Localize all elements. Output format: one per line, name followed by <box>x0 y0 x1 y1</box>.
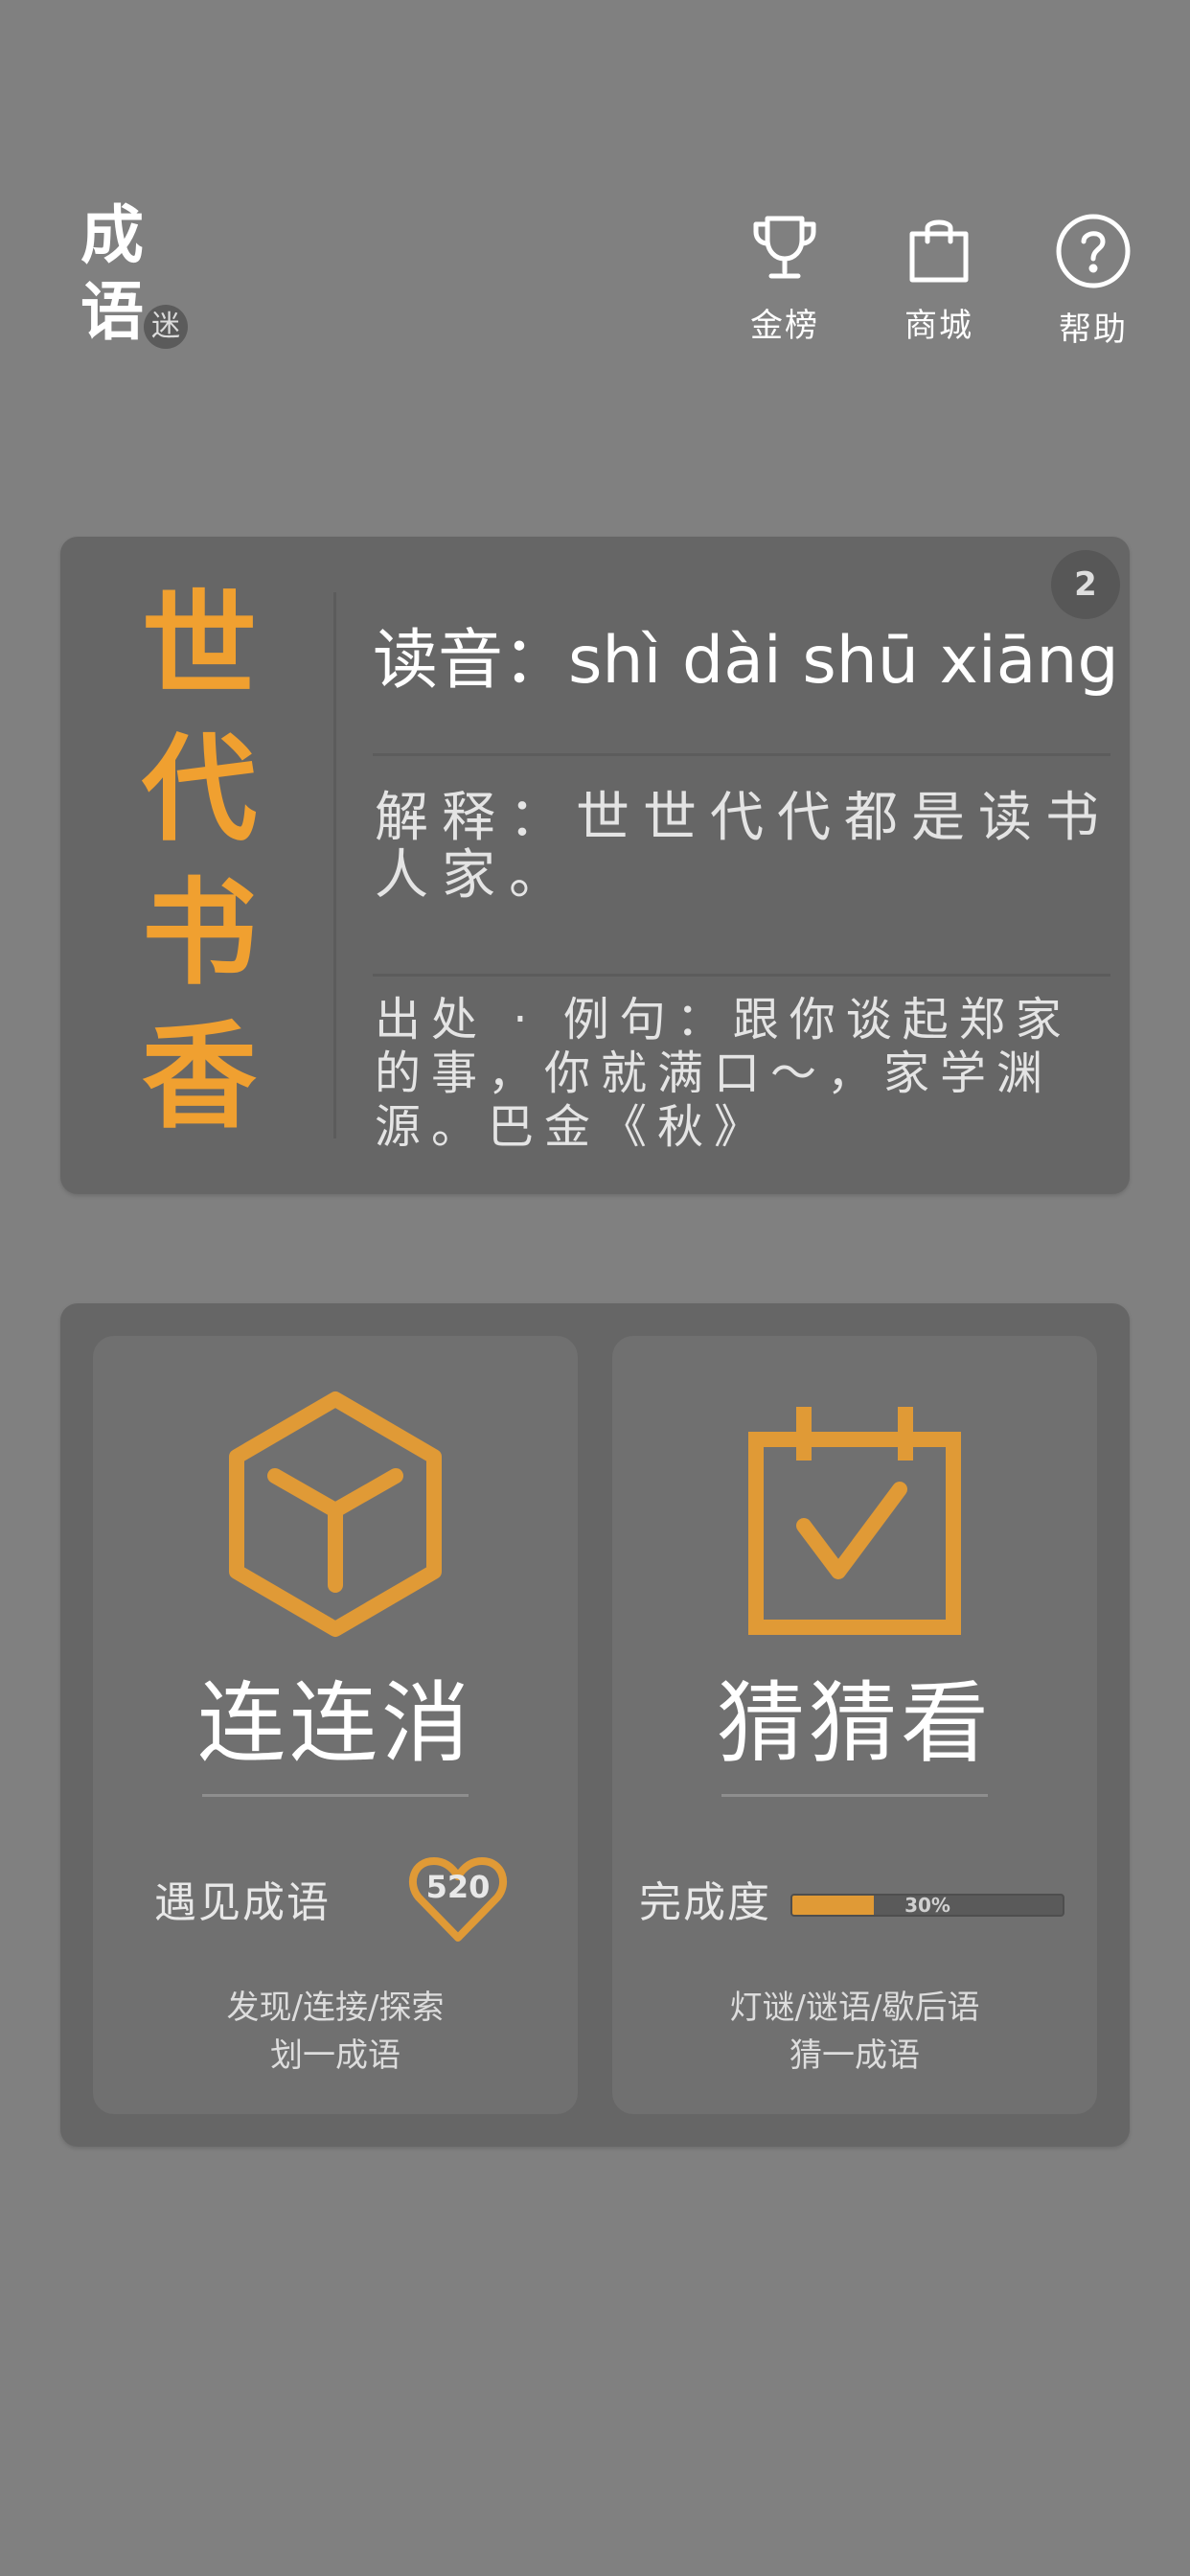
idiom-char-3: 书 <box>142 867 257 1000</box>
progress-label: 完成度 <box>639 1878 771 1927</box>
game-desc-link: 发现/连接/探索 划一成语 <box>93 1984 578 2080</box>
meet-idiom-label: 遇见成语 <box>154 1878 331 1927</box>
help-circle-icon <box>1056 214 1131 288</box>
title-underline <box>721 1794 988 1797</box>
logo-char-2: 语 <box>80 275 144 349</box>
idiom-char-1: 世 <box>142 580 257 713</box>
meet-count: 520 <box>425 1869 491 1905</box>
idiom-index-badge: 2 <box>1051 550 1120 619</box>
progress-text: 30% <box>904 1894 950 1917</box>
game-title-link: 连连消 <box>196 1672 473 1775</box>
vertical-divider <box>333 592 336 1138</box>
idiom-source: 出处 · 例句：跟你谈起郑家的事，你就满口～，家学渊源。巴金《秋》 <box>375 993 1072 1154</box>
game-card-link[interactable]: 连连消 遇见成语 520 发现/连接/探索 划一成语 <box>93 1336 578 2114</box>
app-logo: 成 语 迷 <box>80 197 195 351</box>
desc-line: 发现/连接/探索 <box>226 1989 445 2027</box>
idiom-card[interactable]: 2 世 代 书 香 读音：shì dài shū xiāng 解释：世世代代都是… <box>60 537 1130 1194</box>
divider <box>373 974 1110 977</box>
games-panel: 连连消 遇见成语 520 发现/连接/探索 划一成语 猜猜看 完成度 30% 灯… <box>60 1303 1130 2147</box>
idiom-char-2: 代 <box>142 724 257 857</box>
game-title-guess: 猜猜看 <box>716 1672 993 1775</box>
nav-rank-label: 金榜 <box>750 307 819 345</box>
idiom-meaning: 解释：世世代代都是读书人家。 <box>375 787 1112 907</box>
title-underline <box>202 1794 469 1797</box>
divider <box>373 753 1110 756</box>
idiom-pinyin: 读音：shì dài shū xiāng <box>373 623 1119 699</box>
logo-char-1: 成 <box>80 198 144 272</box>
desc-line: 划一成语 <box>270 2036 400 2075</box>
desc-line: 灯谜/谜语/歇后语 <box>729 1989 980 2027</box>
idiom-word: 世 代 书 香 <box>137 575 262 1150</box>
idiom-char-4: 香 <box>142 1011 257 1144</box>
nav-help-label: 帮助 <box>1059 310 1128 349</box>
desc-line: 猜一成语 <box>790 2036 920 2075</box>
cube-icon <box>229 1392 442 1637</box>
progress-bar: 30% <box>790 1894 1064 1917</box>
shopping-bag-icon <box>909 219 969 283</box>
logo-badge: 迷 <box>144 305 188 349</box>
nav-rank-button[interactable]: 金榜 <box>722 213 847 346</box>
trophy-icon <box>753 216 816 279</box>
game-card-guess[interactable]: 猜猜看 完成度 30% 灯谜/谜语/歇后语 猜一成语 <box>612 1336 1097 2114</box>
game-desc-guess: 灯谜/谜语/歇后语 猜一成语 <box>612 1984 1097 2080</box>
calendar-check-icon <box>748 1407 961 1635</box>
nav-shop-label: 商城 <box>904 307 973 345</box>
nav-help-button[interactable]: 帮助 <box>1031 213 1156 350</box>
nav-shop-button[interactable]: 商城 <box>877 213 1001 346</box>
